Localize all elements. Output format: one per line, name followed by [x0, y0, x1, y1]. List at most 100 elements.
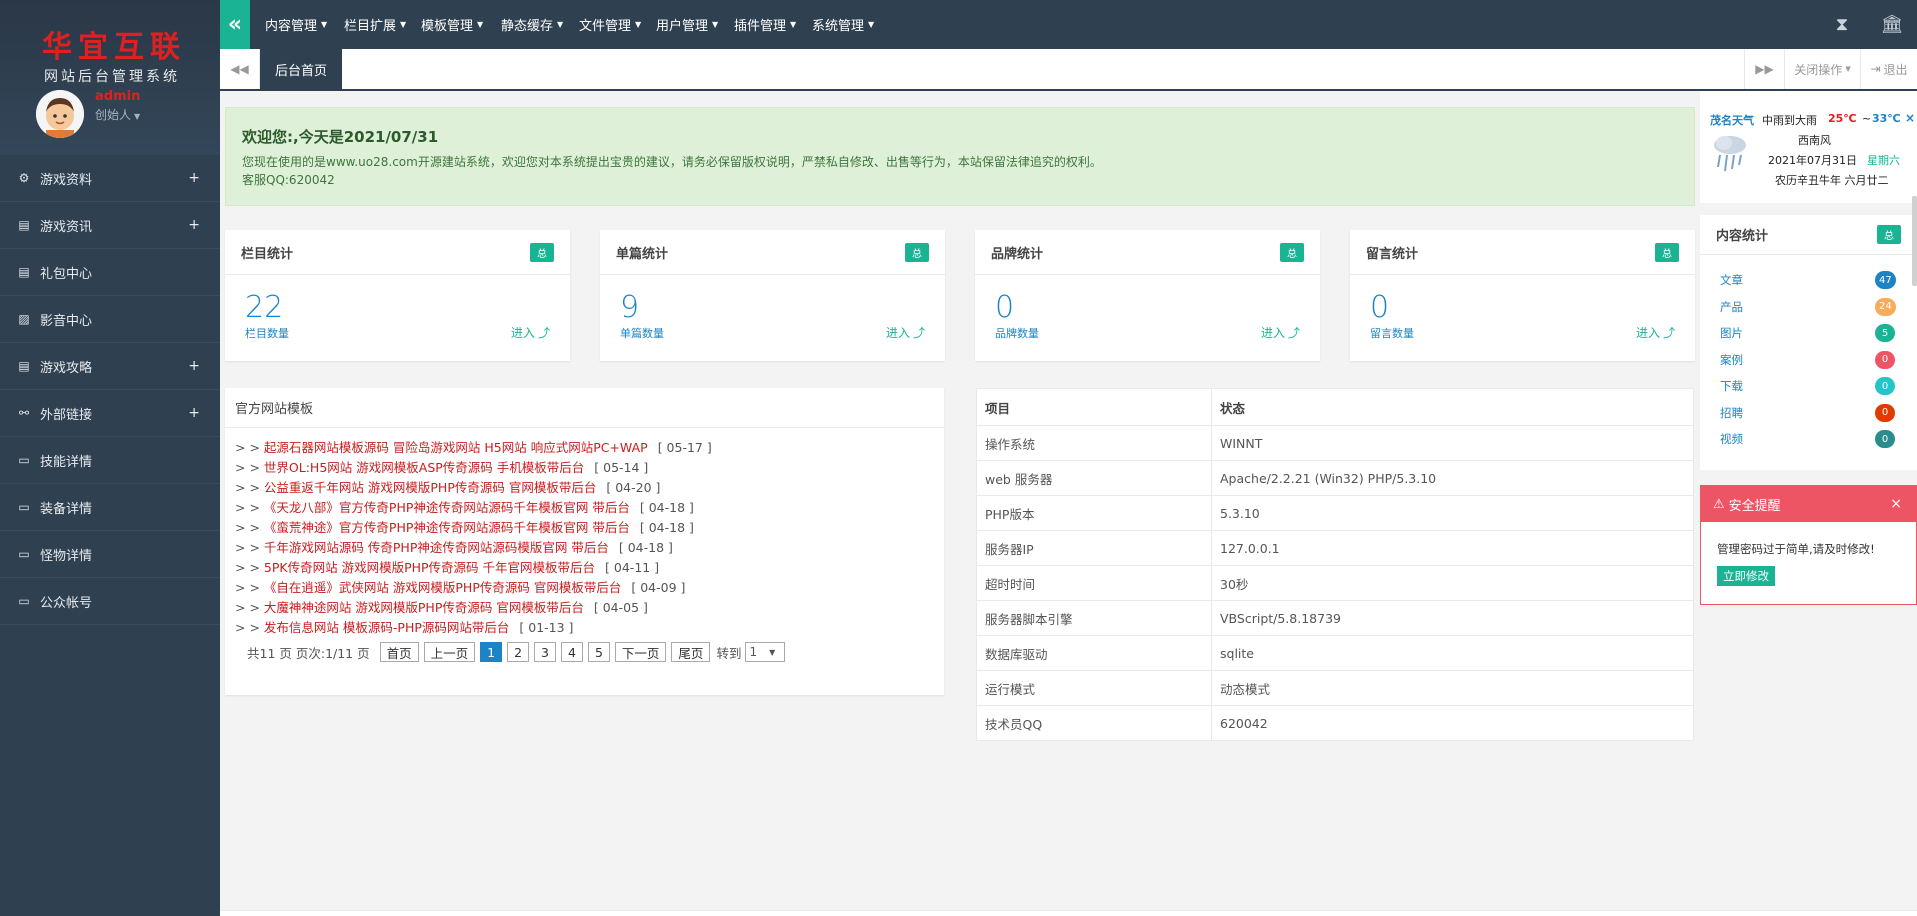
top-menu-item[interactable]: 静态缓存 ▼	[501, 0, 563, 49]
tab-home[interactable]: 后台首页	[260, 49, 342, 89]
page-select[interactable]: 1 ▼	[745, 642, 786, 662]
count-badge: 0	[1875, 430, 1895, 449]
logo-area: 华宜互联 网站后台管理系统 admin 创始人 ▼	[0, 0, 220, 155]
enter-link[interactable]: 进入 ⤴	[886, 324, 925, 341]
sidebar-item[interactable]: ▭ 公众帐号	[0, 578, 220, 625]
next-page-button[interactable]: 下一页	[614, 642, 667, 662]
desktop-icon: ▭	[18, 547, 30, 561]
close-icon[interactable]: ×	[1890, 496, 1902, 512]
count-badge: 47	[1875, 271, 1896, 290]
table-row: 超时时间 30秒	[976, 565, 1694, 601]
content-stat-row[interactable]: 文章 47	[1700, 267, 1917, 294]
scrollbar[interactable]	[1912, 196, 1917, 286]
content-stat-row[interactable]: 产品 24	[1700, 294, 1917, 321]
template-link[interactable]: 《自在逍遥》武侠网站 游戏网模版PHP传奇源码 官网模板带后台	[264, 580, 621, 595]
content-stat-row[interactable]: 图片 5	[1700, 320, 1917, 347]
stat-value: 9	[620, 290, 640, 325]
top-menu-item[interactable]: 栏目扩展 ▼	[344, 0, 406, 49]
weather-city[interactable]: 茂名天气	[1710, 112, 1754, 128]
logo-text-part2: 互联	[114, 30, 186, 65]
expand-icon: +	[188, 217, 200, 233]
list-prefix: > >	[235, 540, 260, 555]
sidebar-item[interactable]: ⚙ 游戏资料 +	[0, 155, 220, 202]
avatar[interactable]	[36, 90, 84, 138]
sidebar-item[interactable]: ▭ 技能详情	[0, 437, 220, 484]
page-number-button[interactable]: 4	[561, 642, 583, 662]
service-qq: 客服QQ:620042	[242, 173, 335, 187]
table-cell: 技术员QQ	[976, 705, 1212, 741]
top-menu-item[interactable]: 插件管理 ▼	[734, 0, 796, 49]
weather-temp-high: 25℃	[1828, 112, 1857, 125]
top-menu-item[interactable]: 文件管理 ▼	[579, 0, 641, 49]
template-link[interactable]: 发布信息网站 模板源码-PHP源码网站带后台	[264, 620, 509, 635]
table-row: 服务器IP 127.0.0.1	[976, 530, 1694, 566]
top-menu-item[interactable]: 系统管理 ▼	[812, 0, 874, 49]
welcome-text: 您现在使用的是www.uo28.com开源建站系统，欢迎您对本系统提出宝贵的建议…	[242, 155, 1102, 169]
enter-link[interactable]: 进入 ⤴	[511, 324, 550, 341]
template-link[interactable]: 《天龙八部》官方传奇PHP神途传奇网站源码千年模板官网 带后台	[264, 500, 630, 515]
sidebar-item[interactable]: ▤ 游戏攻略 +	[0, 343, 220, 390]
change-password-button[interactable]: 立即修改	[1717, 566, 1775, 586]
logout-label: 退出	[1883, 62, 1908, 77]
stat-card-title: 栏目统计	[241, 246, 294, 262]
sidebar-item[interactable]: ▨ 影音中心	[0, 296, 220, 343]
warning-icon: ⚠	[1713, 496, 1725, 512]
logout-button[interactable]: ⇥ 退出	[1860, 49, 1917, 89]
bank-icon[interactable]: 🏛	[1867, 14, 1917, 35]
content-stat-row[interactable]: 招聘 0	[1700, 400, 1917, 427]
enter-link[interactable]: 进入 ⤴	[1636, 324, 1675, 341]
template-link[interactable]: 千年游戏网站源码 传奇PHP神途传奇网站源码模版官网 带后台	[264, 540, 609, 555]
template-link[interactable]: 大魔神神途网站 游戏网模版PHP传奇源码 官网模板带后台	[264, 600, 584, 615]
tab-scroll-right-button[interactable]: ▶▶	[1744, 49, 1784, 89]
sidebar-item[interactable]: ⚯ 外部链接 +	[0, 390, 220, 437]
content-stat-row[interactable]: 下载 0	[1700, 373, 1917, 400]
tab-bar: ◀◀ 后台首页 ▶▶ 关闭操作 ▼ ⇥ 退出	[220, 49, 1917, 91]
close-tabs-dropdown[interactable]: 关闭操作 ▼	[1784, 49, 1860, 89]
last-page-button[interactable]: 尾页	[671, 642, 711, 662]
close-tabs-label: 关闭操作	[1794, 62, 1843, 77]
sidebar-item[interactable]: ▤ 礼包中心	[0, 249, 220, 296]
hourglass-icon[interactable]: ⧗	[1817, 14, 1867, 35]
sidebar-item[interactable]: ▭ 装备详情	[0, 484, 220, 531]
column-header: 状态	[1211, 388, 1694, 426]
content-stat-label: 图片	[1720, 326, 1743, 341]
server-info-table: 项目 状态 操作系统 WINNT web 服务器 Apache/2.2.21 (Win…	[976, 388, 1694, 741]
newspaper-icon: ▤	[18, 359, 30, 373]
content-stat-row[interactable]: 案例 0	[1700, 347, 1917, 374]
template-link[interactable]: 公益重返千年网站 游戏网模版PHP传奇源码 官网模板带后台	[264, 480, 596, 495]
template-link[interactable]: 5PK传奇网站 游戏网模版PHP传奇源码 千年官网模板带后台	[264, 560, 595, 575]
sidebar-item[interactable]: ▤ 游戏资讯 +	[0, 202, 220, 249]
template-link[interactable]: 世界OL:H5网站 游戏网模板ASP传奇源码 手机模板带后台	[264, 460, 584, 475]
top-menu-item[interactable]: 模板管理 ▼	[421, 0, 483, 49]
close-icon[interactable]: ×	[1905, 111, 1915, 125]
top-menu-item[interactable]: 用户管理 ▼	[656, 0, 718, 49]
chevron-down-icon: ▼	[1845, 65, 1851, 73]
template-link[interactable]: 《蛮荒神途》官方传奇PHP神途传奇网站源码千年模板官网 带后台	[264, 520, 630, 535]
template-date: [ 04-18 ]	[639, 520, 694, 535]
table-cell: 服务器脚本引擎	[976, 600, 1212, 636]
collapse-sidebar-button[interactable]: «	[220, 0, 250, 49]
chevron-down-icon: ▼	[557, 20, 564, 29]
page-number-button[interactable]: 2	[507, 642, 530, 662]
weather-tilde: ~	[1862, 112, 1872, 125]
first-page-button[interactable]: 首页	[379, 642, 419, 662]
content-stat-row[interactable]: 视频 0	[1700, 426, 1917, 453]
tab-scroll-left-button[interactable]: ◀◀	[220, 49, 260, 89]
count-badge: 24	[1875, 297, 1896, 316]
list-item: > > 世界OL:H5网站 游戏网模板ASP传奇源码 手机模板带后台 [ 05-14…	[235, 458, 944, 478]
top-menu-item[interactable]: 内容管理 ▼	[265, 0, 327, 49]
sign-out-icon: ⇥	[1870, 62, 1881, 76]
user-role-dropdown[interactable]: 创始人 ▼	[95, 106, 140, 123]
page-number-button[interactable]: 5	[587, 642, 610, 662]
page-number-button[interactable]: 1	[480, 642, 503, 662]
enter-link[interactable]: 进入 ⤴	[1261, 324, 1300, 341]
sidebar-item[interactable]: ▭ 怪物详情	[0, 531, 220, 578]
stat-card: 留言统计 总 0 留言数量 进入 ⤴	[1350, 230, 1695, 361]
prev-page-button[interactable]: 上一页	[423, 642, 476, 662]
weather-lunar-date: 农历辛丑牛年 六月廿二	[1775, 174, 1889, 187]
page-number-button[interactable]: 3	[534, 642, 556, 662]
table-header-row: 项目 状态	[976, 388, 1694, 426]
template-link[interactable]: 起源石器网站模板源码 冒险岛游戏网站 H5网站 响应式网站PC+WAP	[264, 440, 648, 455]
list-prefix: > >	[235, 520, 260, 535]
chevron-down-icon: ▼	[868, 20, 875, 29]
